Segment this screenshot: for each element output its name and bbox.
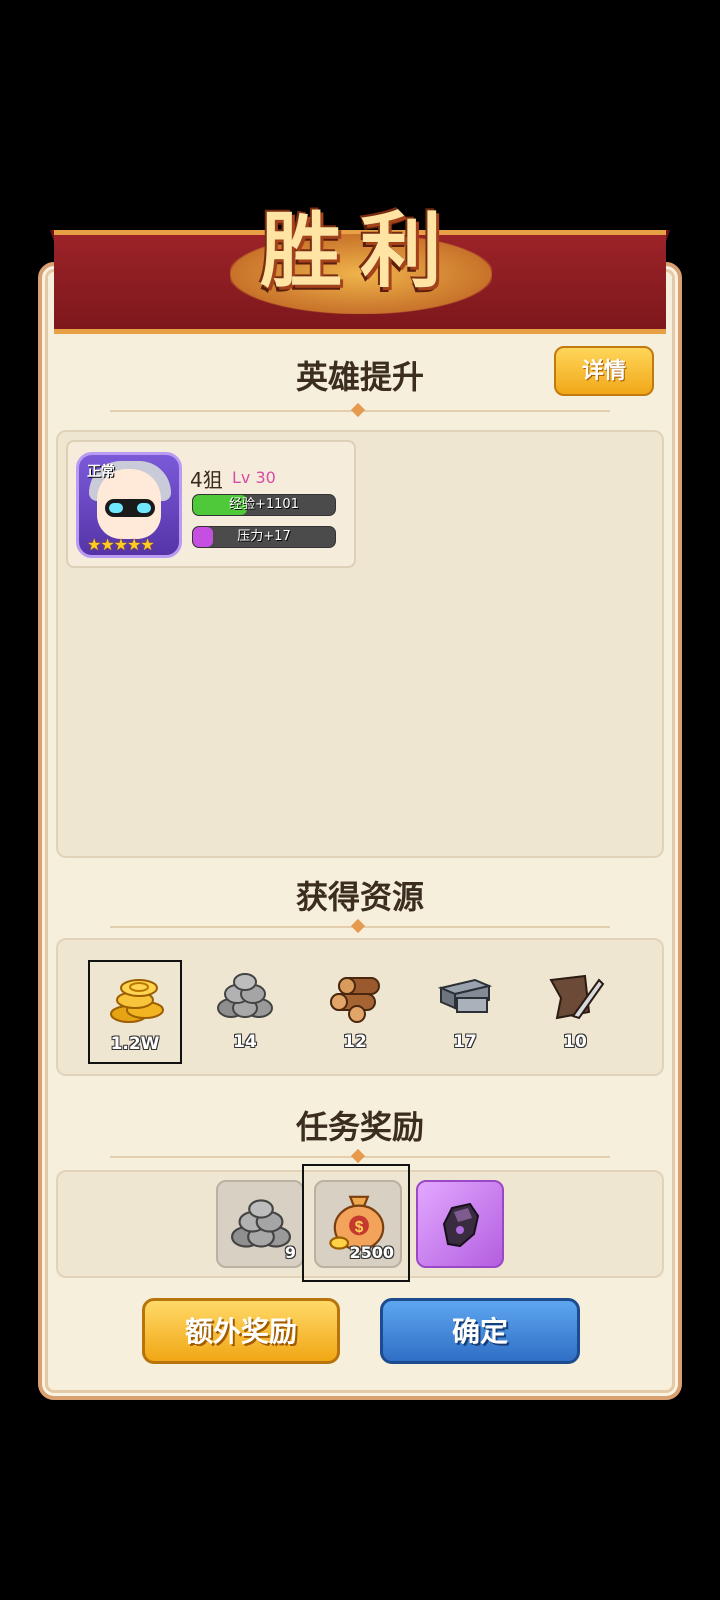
task-section-title: 任务奖励	[295, 1108, 424, 1146]
hero-stars-icon: ★★★★★	[87, 535, 155, 554]
avatar-eye-right	[137, 503, 151, 513]
resources-section-title: 获得资源	[295, 878, 424, 916]
task-reward-selection-frame	[302, 1164, 410, 1282]
resource-count: 1.2W	[110, 1034, 160, 1054]
purple-gauntlet-icon	[442, 1202, 480, 1248]
pressure-bar: 压力+17	[192, 526, 336, 548]
resource-count: 12	[343, 1032, 367, 1052]
task-reward-count: 9	[284, 1243, 296, 1262]
task-reward-stone[interactable]: 9	[216, 1180, 304, 1268]
resource-count: 14	[233, 1032, 257, 1052]
pressure-label: 压力+17	[237, 529, 291, 544]
exp-label: 经验+1101	[229, 497, 299, 512]
avatar-eye-left	[109, 503, 123, 513]
resource-item-stone[interactable]: 14	[198, 960, 292, 1064]
resource-item-gold[interactable]: 1.2W	[88, 960, 182, 1064]
resource-count: 17	[453, 1032, 477, 1052]
victory-title: 胜利	[259, 203, 460, 299]
stone-pile-icon	[217, 973, 273, 1018]
hero-level: Lv 30	[232, 468, 276, 487]
resource-item-steel[interactable]: 17	[418, 960, 512, 1064]
exp-bar: 经验+1101	[192, 494, 336, 516]
steel-beams-icon	[437, 978, 493, 1013]
details-button[interactable]: 详情	[554, 346, 654, 396]
extra-reward-button[interactable]: 额外奖励	[142, 1298, 340, 1364]
resource-count: 10	[563, 1032, 587, 1052]
gold-coins-icon	[110, 979, 164, 1023]
hero-status: 正常	[87, 464, 115, 480]
hero-name: 4狙	[190, 468, 223, 492]
resource-item-wood[interactable]: 12	[308, 960, 402, 1064]
confirm-button[interactable]: 确定	[380, 1298, 580, 1364]
task-reward-gauntlet[interactable]	[416, 1180, 504, 1268]
wood-logs-icon	[330, 977, 380, 1023]
leather-hide-icon	[549, 974, 605, 1020]
hero-avatar[interactable]: 正常 ★★★★★	[76, 452, 182, 558]
resource-item-leather[interactable]: 10	[528, 960, 622, 1064]
